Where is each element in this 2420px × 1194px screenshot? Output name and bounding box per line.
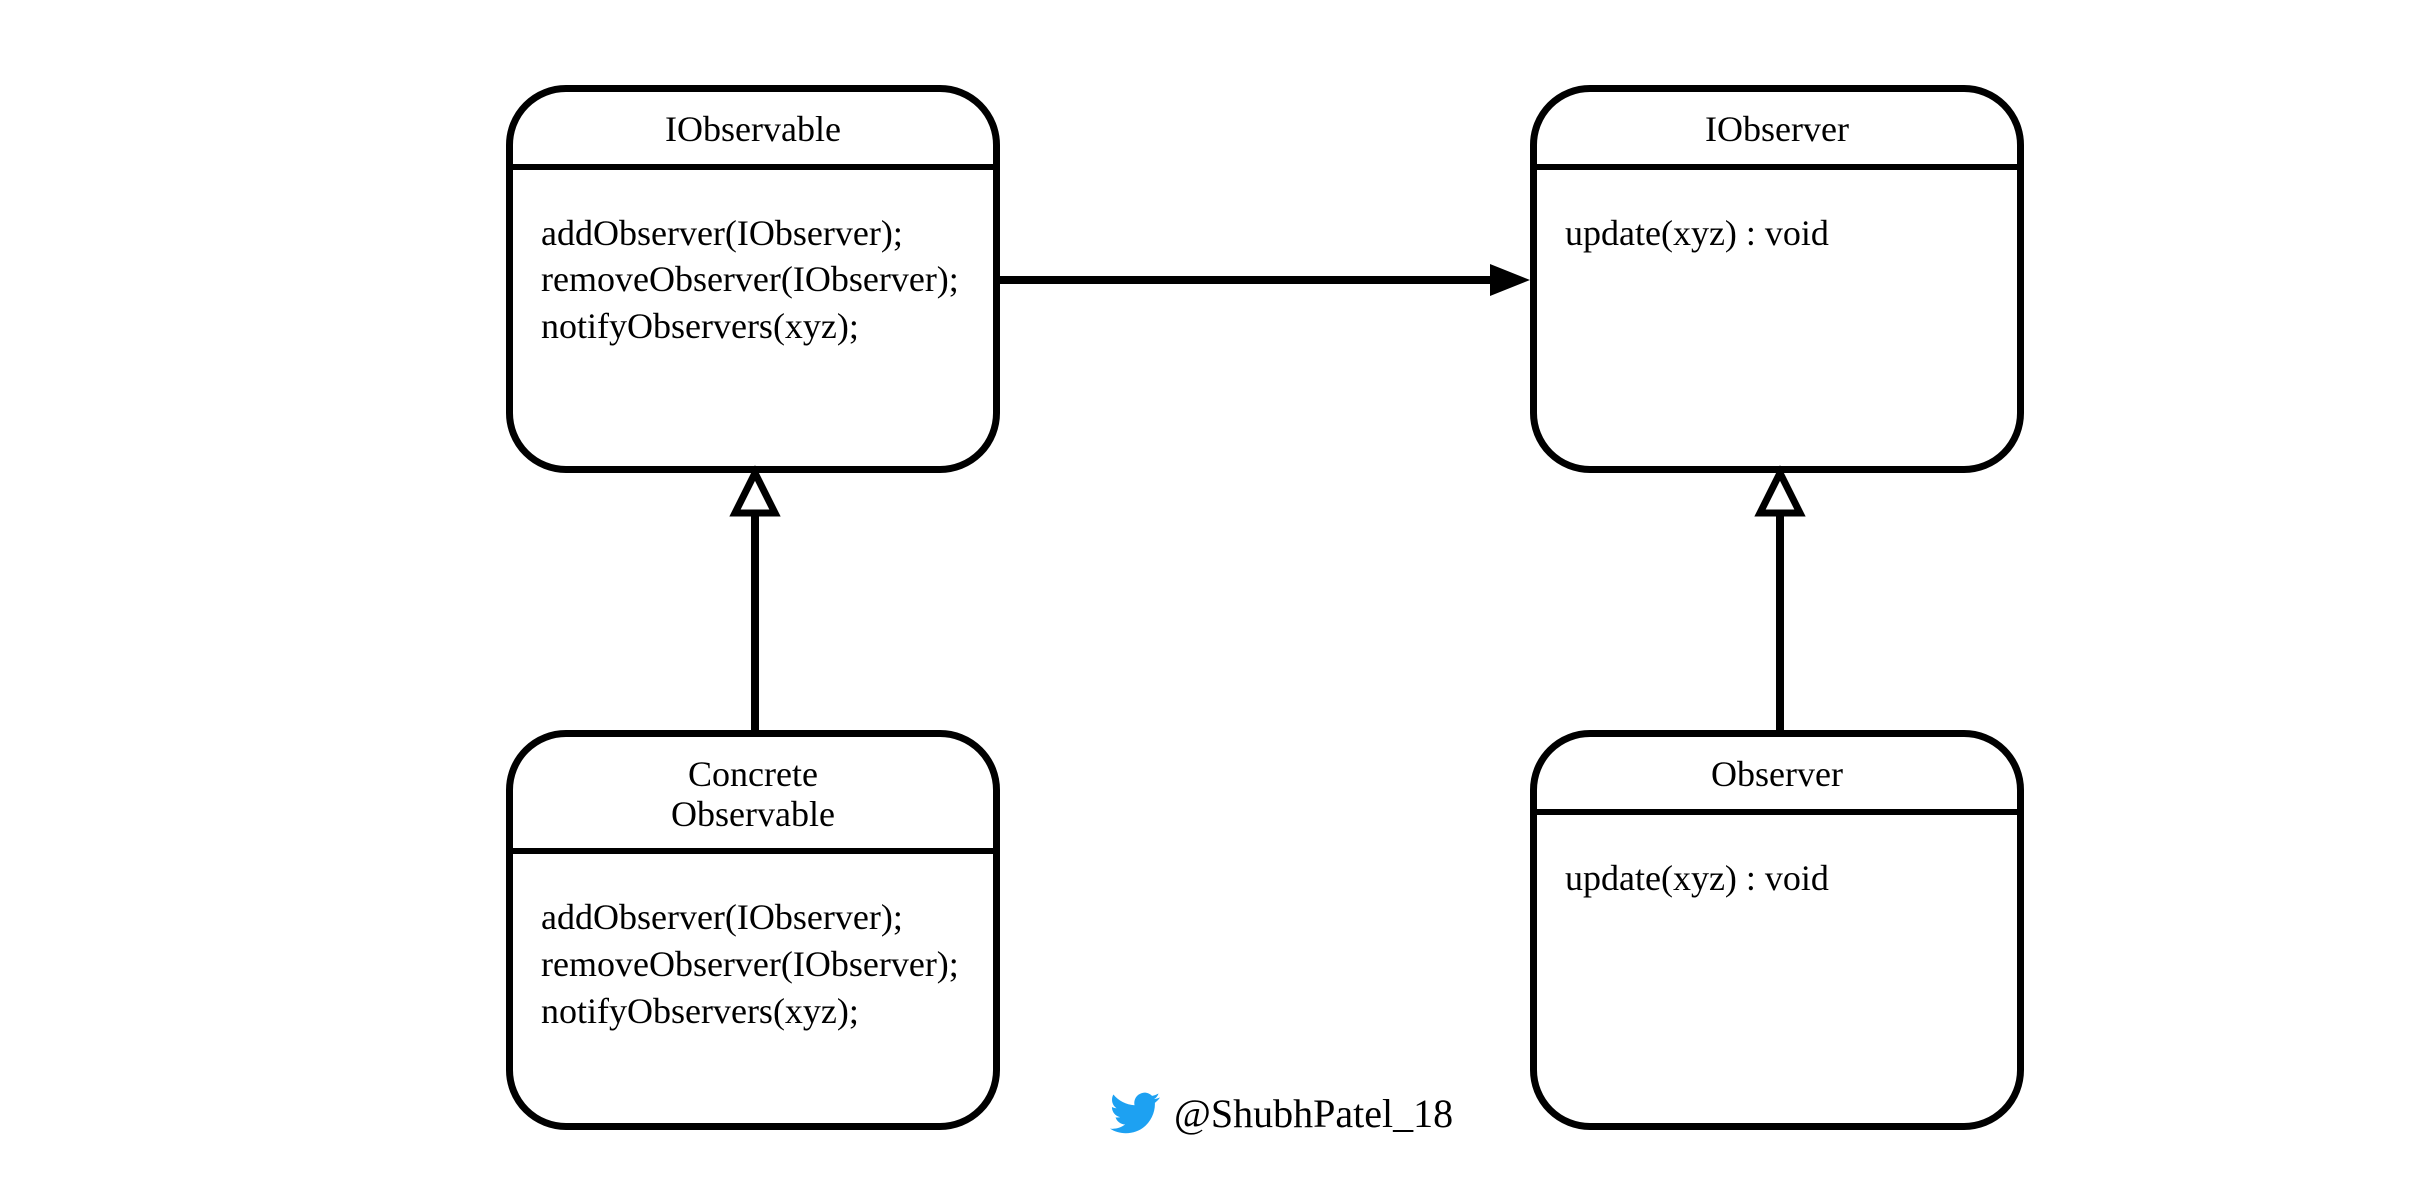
attribution-handle: @ShubhPatel_18: [1174, 1090, 1453, 1137]
arrow-observer-to-iobserver: [1755, 473, 1805, 730]
attribution: @ShubhPatel_18: [1110, 1088, 1453, 1138]
class-box-iobservable: IObservable addObserver(IObserver); remo…: [506, 85, 1000, 473]
class-body-observer: update(xyz) : void: [1537, 815, 2017, 922]
twitter-icon: [1110, 1088, 1160, 1138]
class-box-iobserver: IObserver update(xyz) : void: [1530, 85, 2024, 473]
class-title-iobserver: IObserver: [1537, 92, 2017, 170]
diagram-canvas: IObservable addObserver(IObserver); remo…: [0, 0, 2420, 1194]
class-box-concrete-observable: Concrete Observable addObserver(IObserve…: [506, 730, 1000, 1130]
class-body-concrete-observable: addObserver(IObserver); removeObserver(I…: [513, 854, 993, 1054]
arrow-concrete-observable-to-iobservable: [730, 473, 780, 730]
class-title-observer: Observer: [1537, 737, 2017, 815]
class-title-iobservable: IObservable: [513, 92, 993, 170]
arrow-iobservable-to-iobserver: [1000, 260, 1530, 300]
class-body-iobserver: update(xyz) : void: [1537, 170, 2017, 277]
class-title-concrete-observable: Concrete Observable: [513, 737, 993, 854]
class-box-observer: Observer update(xyz) : void: [1530, 730, 2024, 1130]
class-body-iobservable: addObserver(IObserver); removeObserver(I…: [513, 170, 993, 370]
